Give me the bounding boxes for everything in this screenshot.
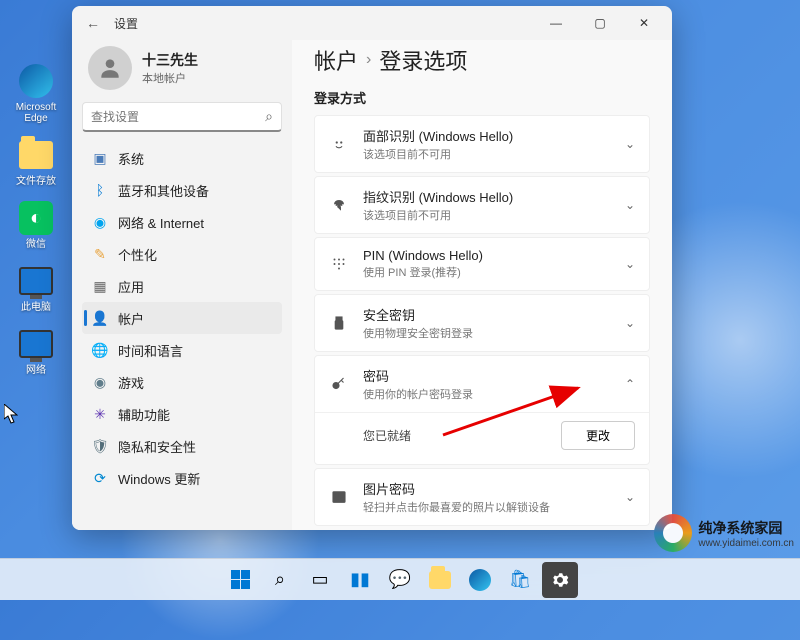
widgets-icon[interactable]: ▮▮ <box>342 562 378 598</box>
breadcrumb-page: 登录选项 <box>379 44 467 76</box>
explorer-icon[interactable] <box>422 562 458 598</box>
watermark-logo-icon <box>654 514 692 552</box>
taskbar[interactable]: ⌕ ▭ ▮▮ 💬 🛍 <box>0 558 800 600</box>
chevron-down-icon: ⌄ <box>625 490 635 504</box>
nav-bluetooth[interactable]: ᛒ蓝牙和其他设备 <box>82 174 282 206</box>
option-key: 安全密钥使用物理安全密钥登录 ⌄ <box>314 294 650 352</box>
nav-personalization[interactable]: ✎个性化 <box>82 238 282 270</box>
fingerprint-icon <box>329 195 349 215</box>
maximize-button[interactable]: ▢ <box>578 6 622 40</box>
profile-name: 十三先生 <box>142 50 198 70</box>
chevron-down-icon: ⌄ <box>625 198 635 212</box>
search-icon: ⌕ <box>265 108 273 125</box>
desktop-icons: Microsoft Edge 文件存放 ◐微信 此电脑 网络 <box>6 60 66 378</box>
edge-taskbar-icon[interactable] <box>462 562 498 598</box>
person-icon: 👤 <box>92 310 108 326</box>
system-icon: ▣ <box>92 150 108 166</box>
desktop-label: 网络 <box>26 365 46 376</box>
cursor-icon <box>4 404 18 424</box>
back-button[interactable]: ← <box>78 8 108 38</box>
options-list: 面部识别 (Windows Hello)该选项目前不可用 ⌄ 指纹识别 (Win… <box>314 115 650 526</box>
change-password-button[interactable]: 更改 <box>561 421 635 450</box>
desktop-label: 此电脑 <box>21 302 51 313</box>
nav-time[interactable]: 🌐时间和语言 <box>82 334 282 366</box>
watermark: 纯净系统家园 www.yidaimei.com.cn <box>654 514 794 552</box>
nav-update[interactable]: ⟳Windows 更新 <box>82 462 282 494</box>
search-box[interactable]: ⌕ <box>82 102 282 132</box>
key-icon <box>329 374 349 394</box>
chevron-down-icon: ⌄ <box>625 137 635 151</box>
nav-privacy[interactable]: 🛡隐私和安全性 <box>82 430 282 462</box>
password-status: 您已就绪 <box>363 427 411 444</box>
option-password-header[interactable]: 密码使用你的帐户密码登录 ⌃ <box>315 356 649 412</box>
option-key-header[interactable]: 安全密钥使用物理安全密钥登录 ⌄ <box>315 295 649 351</box>
nav-network[interactable]: ◉网络 & Internet <box>82 206 282 238</box>
chevron-right-icon: › <box>366 51 371 69</box>
shield-icon: 🛡 <box>92 438 108 454</box>
section-title: 登录方式 <box>314 88 650 107</box>
nav-accounts[interactable]: 👤帐户 <box>82 302 282 334</box>
nav-gaming[interactable]: ◉游戏 <box>82 366 282 398</box>
minimize-button[interactable]: — <box>534 6 578 40</box>
update-icon: ⟳ <box>92 470 108 486</box>
start-button[interactable] <box>222 562 258 598</box>
nav-accessibility[interactable]: ✳辅助功能 <box>82 398 282 430</box>
desktop-icon-edge[interactable]: Microsoft Edge <box>6 60 66 126</box>
search-input[interactable] <box>91 110 265 124</box>
titlebar[interactable]: ← 设置 — ▢ ✕ <box>72 6 672 40</box>
desktop-icon-folder[interactable]: 文件存放 <box>6 134 66 189</box>
usb-key-icon <box>329 313 349 333</box>
face-icon <box>329 134 349 154</box>
task-view-icon[interactable]: ▭ <box>302 562 338 598</box>
option-password: 密码使用你的帐户密码登录 ⌃ 您已就绪 更改 <box>314 355 650 465</box>
avatar-icon <box>88 46 132 90</box>
keypad-icon <box>329 254 349 274</box>
desktop-icon-pc[interactable]: 此电脑 <box>6 260 66 315</box>
option-picture: 图片密码轻扫并点击你最喜爱的照片以解锁设备 ⌄ <box>314 468 650 526</box>
store-icon[interactable]: 🛍 <box>502 562 538 598</box>
sidebar: 十三先生 本地帐户 ⌕ ▣系统 ᛒ蓝牙和其他设备 ◉网络 & Internet … <box>72 40 292 530</box>
option-face: 面部识别 (Windows Hello)该选项目前不可用 ⌄ <box>314 115 650 173</box>
settings-window: ← 设置 — ▢ ✕ 十三先生 本地帐户 ⌕ ▣系统 ᛒ蓝牙和其他设备 <box>72 6 672 530</box>
close-button[interactable]: ✕ <box>622 6 666 40</box>
accessibility-icon: ✳ <box>92 406 108 422</box>
option-fingerprint-header[interactable]: 指纹识别 (Windows Hello)该选项目前不可用 ⌄ <box>315 177 649 233</box>
option-pin-header[interactable]: PIN (Windows Hello)使用 PIN 登录(推荐) ⌄ <box>315 238 649 290</box>
apps-icon: ▦ <box>92 278 108 294</box>
breadcrumb: 帐户 › 登录选项 <box>314 44 650 76</box>
chevron-down-icon: ⌄ <box>625 257 635 271</box>
settings-taskbar-icon[interactable] <box>542 562 578 598</box>
window-title: 设置 <box>114 15 138 32</box>
profile-subtitle: 本地帐户 <box>142 70 198 86</box>
option-face-header[interactable]: 面部识别 (Windows Hello)该选项目前不可用 ⌄ <box>315 116 649 172</box>
gaming-icon: ◉ <box>92 374 108 390</box>
desktop-icon-network[interactable]: 网络 <box>6 323 66 378</box>
desktop-label: 微信 <box>26 239 46 250</box>
desktop-icon-wechat[interactable]: ◐微信 <box>6 197 66 252</box>
nav-apps[interactable]: ▦应用 <box>82 270 282 302</box>
watermark-url: www.yidaimei.com.cn <box>698 538 794 549</box>
option-fingerprint: 指纹识别 (Windows Hello)该选项目前不可用 ⌄ <box>314 176 650 234</box>
picture-icon <box>329 487 349 507</box>
option-picture-header[interactable]: 图片密码轻扫并点击你最喜爱的照片以解锁设备 ⌄ <box>315 469 649 525</box>
watermark-title: 纯净系统家园 <box>698 518 794 538</box>
desktop-label: 文件存放 <box>16 176 56 187</box>
clock-icon: 🌐 <box>92 342 108 358</box>
chevron-up-icon: ⌃ <box>625 377 635 391</box>
wifi-icon: ◉ <box>92 214 108 230</box>
desktop-label: Microsoft Edge <box>8 102 64 124</box>
nav-system[interactable]: ▣系统 <box>82 142 282 174</box>
bluetooth-icon: ᛒ <box>92 182 108 198</box>
nav: ▣系统 ᛒ蓝牙和其他设备 ◉网络 & Internet ✎个性化 ▦应用 👤帐户… <box>82 142 282 494</box>
breadcrumb-root[interactable]: 帐户 <box>314 44 358 76</box>
brush-icon: ✎ <box>92 246 108 262</box>
profile[interactable]: 十三先生 本地帐户 <box>82 46 282 98</box>
chat-icon[interactable]: 💬 <box>382 562 418 598</box>
option-password-body: 您已就绪 更改 <box>315 412 649 464</box>
taskbar-search-icon[interactable]: ⌕ <box>262 562 298 598</box>
chevron-down-icon: ⌄ <box>625 316 635 330</box>
option-pin: PIN (Windows Hello)使用 PIN 登录(推荐) ⌄ <box>314 237 650 291</box>
main-panel: 帐户 › 登录选项 登录方式 面部识别 (Windows Hello)该选项目前… <box>292 40 672 530</box>
